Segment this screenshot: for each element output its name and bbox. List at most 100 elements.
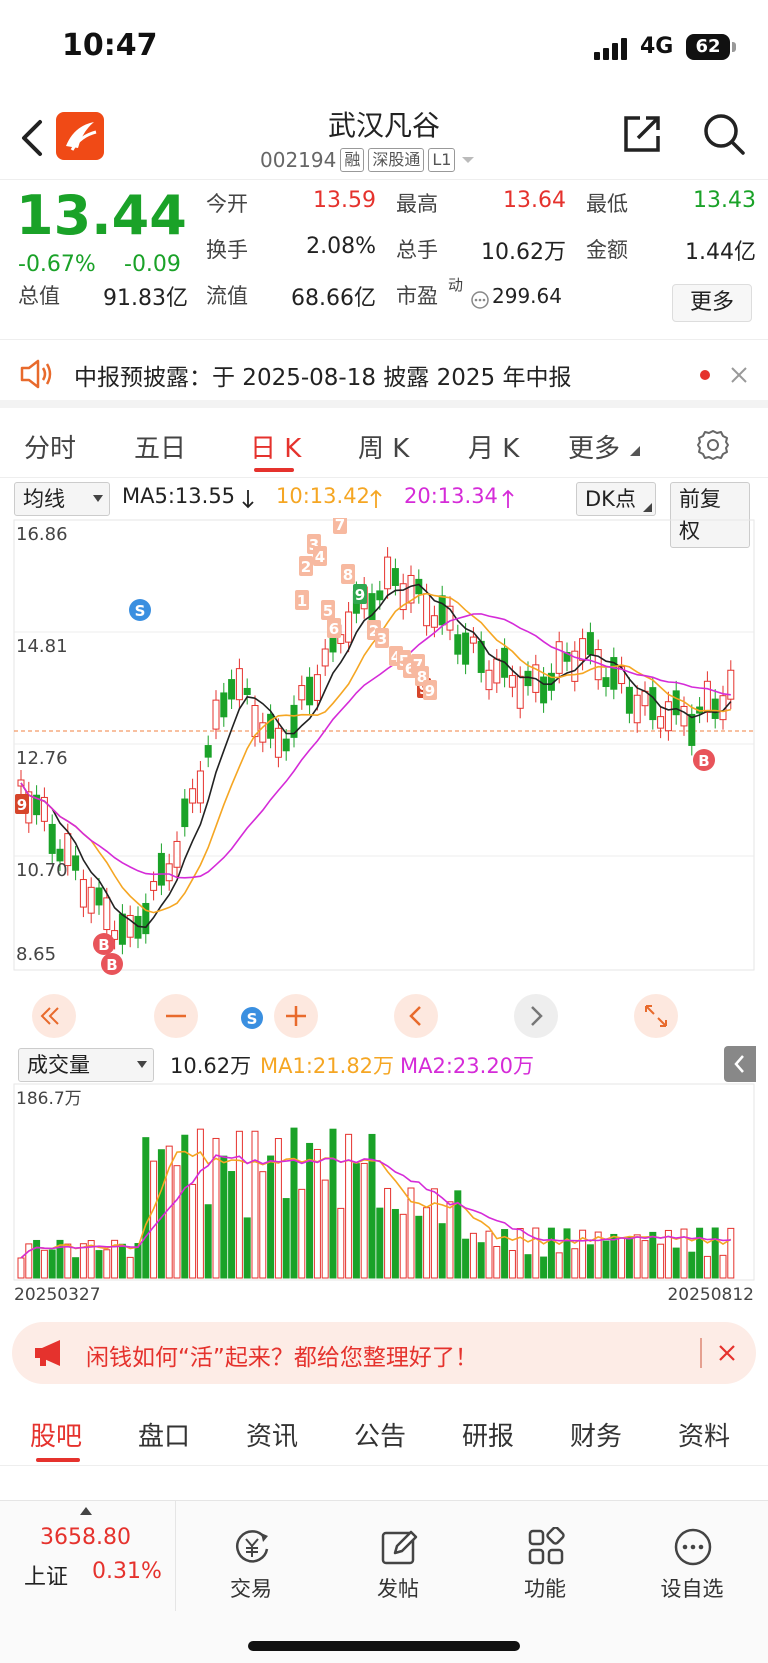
high-label: 最高 <box>396 192 438 216</box>
zoom-in-button[interactable] <box>274 994 318 1038</box>
active-tab-indicator <box>36 1458 80 1462</box>
volume-bar <box>189 1183 197 1279</box>
candle-body <box>274 727 282 758</box>
candle-body <box>157 852 165 886</box>
tab-daily-k[interactable]: 日 K <box>250 428 301 465</box>
volume-bar <box>321 1179 329 1279</box>
low-value: 13.43 <box>693 188 756 213</box>
tab-weekly-k[interactable]: 周 K <box>358 428 409 465</box>
volume-bar <box>329 1128 337 1279</box>
volume-bar <box>688 1251 696 1279</box>
tab-five-day[interactable]: 五日 <box>134 428 186 465</box>
pe-value: 299.64 <box>492 284 562 308</box>
stock-code-row[interactable]: 002194 融 深股通 L1 <box>260 146 477 174</box>
dropdown-icon <box>137 1061 147 1068</box>
volume-bar <box>173 1165 181 1279</box>
step-right-button[interactable] <box>514 994 558 1038</box>
divider <box>700 1338 702 1368</box>
candle-body <box>540 676 548 704</box>
signal-badge: B <box>693 749 715 771</box>
step-left-button[interactable] <box>394 994 438 1038</box>
indicator-select-label: 均线 <box>23 487 65 511</box>
volume-bar <box>602 1240 610 1279</box>
tag-connect: 深股通 <box>368 148 425 172</box>
volume-bar <box>399 1213 407 1279</box>
volume-bar <box>508 1250 516 1279</box>
trade-button[interactable]: 交易 <box>196 1517 306 1607</box>
svg-text:B: B <box>98 936 109 954</box>
volume-bar <box>641 1240 649 1279</box>
volume-bar <box>337 1207 345 1279</box>
volume-bar <box>298 1188 306 1279</box>
candle-body <box>384 556 392 590</box>
candle-body <box>48 823 56 854</box>
notice-bar[interactable]: 中报预披露：于 2025-08-18 披露 2025 年中报 <box>0 340 768 408</box>
tab-monthly-k[interactable]: 月 K <box>468 428 519 465</box>
stock-code: 002194 <box>260 148 337 172</box>
close-icon[interactable] <box>730 366 748 384</box>
info-icon[interactable] <box>470 290 490 310</box>
tab-announcements[interactable]: 公告 <box>354 1416 406 1453</box>
volume-bar <box>274 1138 282 1279</box>
tab-financials[interactable]: 财务 <box>570 1416 622 1453</box>
svg-text:8: 8 <box>343 566 353 584</box>
tab-news[interactable]: 资讯 <box>246 1416 298 1453</box>
tab-forum[interactable]: 股吧 <box>30 1416 82 1453</box>
tab-intraday[interactable]: 分时 <box>24 428 76 465</box>
kline-frame <box>13 519 755 971</box>
volume-bar <box>64 1243 72 1279</box>
scroll-left-button[interactable] <box>32 994 76 1038</box>
high-value: 13.64 <box>503 188 566 213</box>
signal-icon <box>594 38 632 60</box>
arrow-down-icon <box>242 490 254 509</box>
candle-body <box>516 675 524 709</box>
volume-bar <box>282 1198 290 1279</box>
tab-research[interactable]: 研报 <box>462 1416 514 1453</box>
search-icon[interactable] <box>702 112 746 156</box>
caret-up-icon <box>80 1507 92 1515</box>
zoom-out-button[interactable] <box>154 994 198 1038</box>
mcap-value: 91.83亿 <box>103 286 188 311</box>
gear-icon[interactable] <box>696 428 730 462</box>
collapse-panel-button[interactable] <box>724 1046 756 1082</box>
tab-orderbook[interactable]: 盘口 <box>138 1416 190 1453</box>
add-watchlist-button[interactable]: 设自选 <box>637 1517 747 1607</box>
functions-button[interactable]: 功能 <box>490 1517 600 1607</box>
functions-label: 功能 <box>524 1577 566 1601</box>
status-bar: 10:47 4G 62 <box>0 0 768 100</box>
candle-body <box>103 897 111 931</box>
candle-body <box>204 745 212 758</box>
status-time: 10:47 <box>62 28 158 63</box>
candle-body <box>95 887 103 906</box>
fullscreen-button[interactable] <box>634 994 678 1038</box>
more-button[interactable]: 更多 <box>672 284 752 322</box>
more-dots-icon <box>674 1528 712 1566</box>
share-icon[interactable] <box>620 112 664 156</box>
candle-body <box>703 680 711 713</box>
dk-point-select[interactable]: DK点 <box>576 482 656 516</box>
candle-body <box>243 687 251 695</box>
volume-bar <box>228 1171 236 1279</box>
volume-bar <box>313 1148 321 1279</box>
kline-chart[interactable]: SBBSB9991234567823456789 16.8614.8112.76… <box>0 518 768 1046</box>
volume-indicator-select[interactable]: 成交量 <box>18 1048 154 1082</box>
volume-bar <box>33 1239 41 1279</box>
indicator-select[interactable]: 均线 <box>14 482 110 516</box>
tab-profile[interactable]: 资料 <box>678 1416 730 1453</box>
volume-bar <box>649 1231 657 1279</box>
candle-body <box>321 648 329 667</box>
volume-bar <box>384 1187 392 1279</box>
volume-bar <box>618 1237 626 1279</box>
volume-bar <box>586 1244 594 1279</box>
volume-bar <box>563 1228 571 1279</box>
promo-banner[interactable]: 闲钱如何“活”起来？都给您整理好了！ <box>12 1322 756 1384</box>
volume-bar <box>415 1215 423 1279</box>
post-button[interactable]: 发帖 <box>343 1517 453 1607</box>
signal-badge: S <box>241 1007 263 1029</box>
candle-body <box>602 677 610 688</box>
tab-more[interactable]: 更多 <box>568 428 620 465</box>
signal-badge: 3 <box>375 628 389 648</box>
edit-icon <box>381 1530 418 1565</box>
index-ticker[interactable]: 3658.80 上证 0.31% <box>0 1501 176 1611</box>
close-icon[interactable] <box>718 1344 736 1362</box>
